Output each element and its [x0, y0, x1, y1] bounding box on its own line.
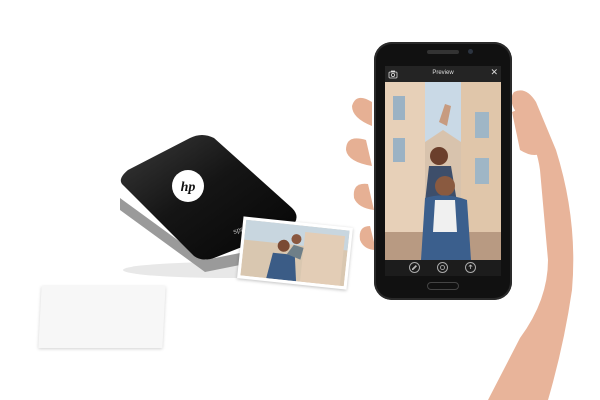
product-scene: hp sprocket	[0, 0, 600, 400]
thumb	[512, 109, 546, 155]
